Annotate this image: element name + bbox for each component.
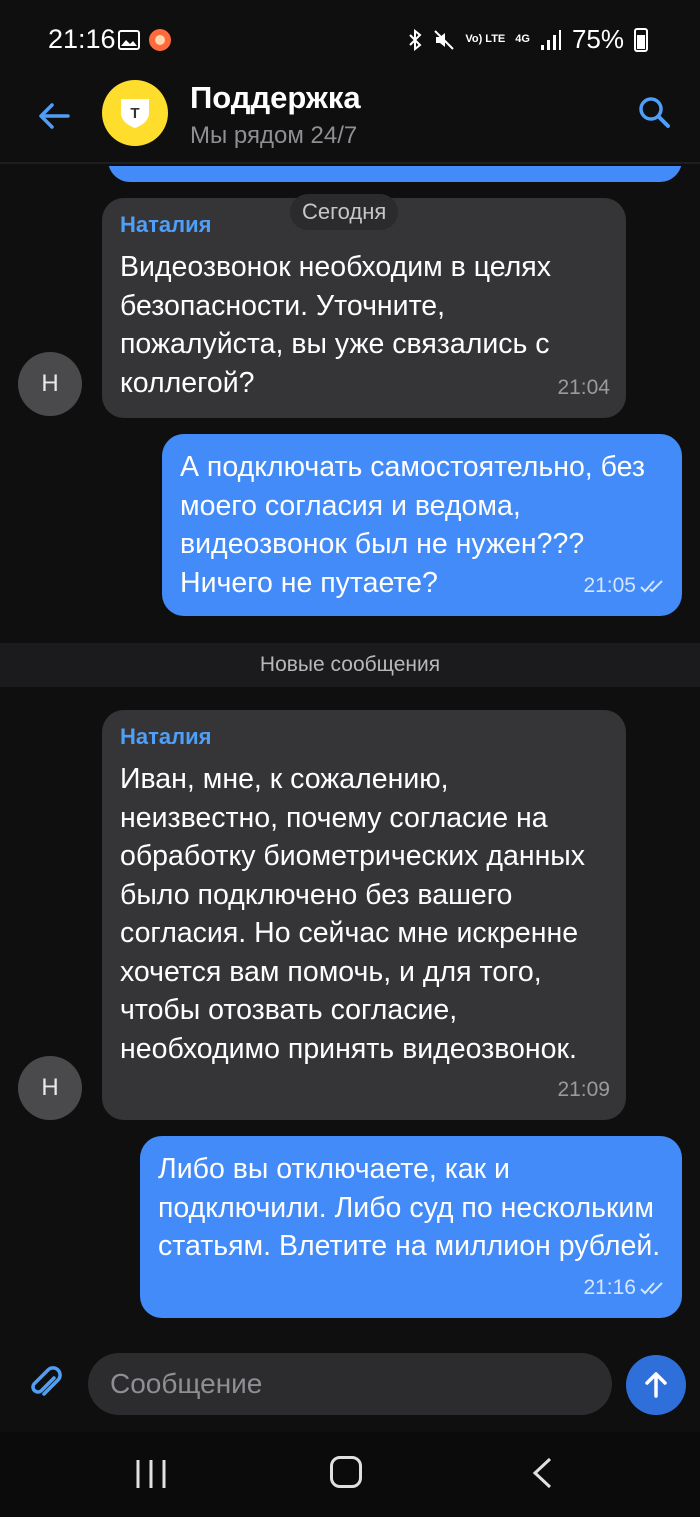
chat-subtitle: Мы рядом 24/7 bbox=[190, 122, 358, 149]
message-text: Иван, мне, к сожалению, неизвестно, поче… bbox=[120, 763, 586, 1065]
battery-icon bbox=[634, 27, 648, 52]
svg-text:T: T bbox=[130, 105, 139, 122]
app-notification-icon bbox=[149, 29, 171, 51]
message-time: 21:04 bbox=[557, 376, 610, 399]
nav-back-icon[interactable] bbox=[530, 1456, 554, 1490]
send-button[interactable] bbox=[626, 1355, 686, 1415]
search-icon[interactable] bbox=[636, 94, 672, 130]
arrow-up-icon bbox=[645, 1372, 667, 1398]
contact-avatar[interactable]: Н bbox=[18, 352, 82, 416]
status-time: 21:16 bbox=[48, 24, 116, 54]
new-messages-divider: Новые сообщения bbox=[0, 643, 700, 687]
chat-header: T Поддержка Мы рядом 24/7 bbox=[0, 80, 700, 164]
mute-icon bbox=[434, 29, 455, 50]
gallery-icon bbox=[118, 30, 140, 50]
signal-icon bbox=[540, 29, 561, 50]
contact-avatar[interactable]: Н bbox=[18, 1056, 82, 1120]
message-list[interactable]: Сегодня Наталия Видеозвонок необходим в … bbox=[0, 166, 700, 1340]
status-bar: 21:16 Vo) LTE 4G 75% bbox=[0, 0, 700, 80]
bluetooth-icon bbox=[409, 28, 422, 51]
message-text: Либо вы отключаете, как и подключили. Ли… bbox=[158, 1153, 661, 1262]
date-separator: Сегодня bbox=[290, 194, 399, 230]
recent-apps-icon[interactable] bbox=[134, 1458, 168, 1490]
read-checkmarks-icon bbox=[640, 1282, 663, 1295]
outgoing-message[interactable]: Либо вы отключаете, как и подключили. Ли… bbox=[140, 1136, 682, 1318]
message-input[interactable] bbox=[88, 1353, 612, 1415]
notification-icons bbox=[118, 28, 172, 52]
message-time: 21:05 bbox=[583, 574, 666, 598]
message-time: 21:09 bbox=[557, 1078, 610, 1101]
back-arrow-icon[interactable] bbox=[34, 96, 74, 136]
incoming-message[interactable]: Наталия Видеозвонок необходим в целях бе… bbox=[102, 198, 626, 418]
system-nav-bar bbox=[0, 1432, 700, 1517]
system-indicators: Vo) LTE 4G 75% bbox=[407, 24, 648, 55]
message-text: Видеозвонок необходим в целях безопаснос… bbox=[120, 251, 551, 399]
outgoing-message[interactable]: А подключать самостоятельно, без моего с… bbox=[162, 434, 682, 616]
read-checkmarks-icon bbox=[640, 580, 663, 593]
bank-logo-icon: T bbox=[121, 99, 149, 128]
previous-message-bubble bbox=[108, 166, 682, 182]
support-avatar[interactable]: T bbox=[102, 80, 168, 146]
attach-icon[interactable] bbox=[26, 1364, 66, 1404]
sender-name: Наталия bbox=[120, 724, 212, 749]
incoming-message[interactable]: Наталия Иван, мне, к сожалению, неизвест… bbox=[102, 710, 626, 1120]
volte-indicator: Vo) LTE bbox=[465, 33, 506, 45]
home-button[interactable] bbox=[330, 1456, 362, 1488]
network-type: 4G bbox=[515, 33, 530, 45]
battery-percent: 75% bbox=[571, 24, 624, 54]
chat-title: Поддержка bbox=[190, 80, 361, 115]
message-time: 21:16 bbox=[583, 1276, 666, 1300]
